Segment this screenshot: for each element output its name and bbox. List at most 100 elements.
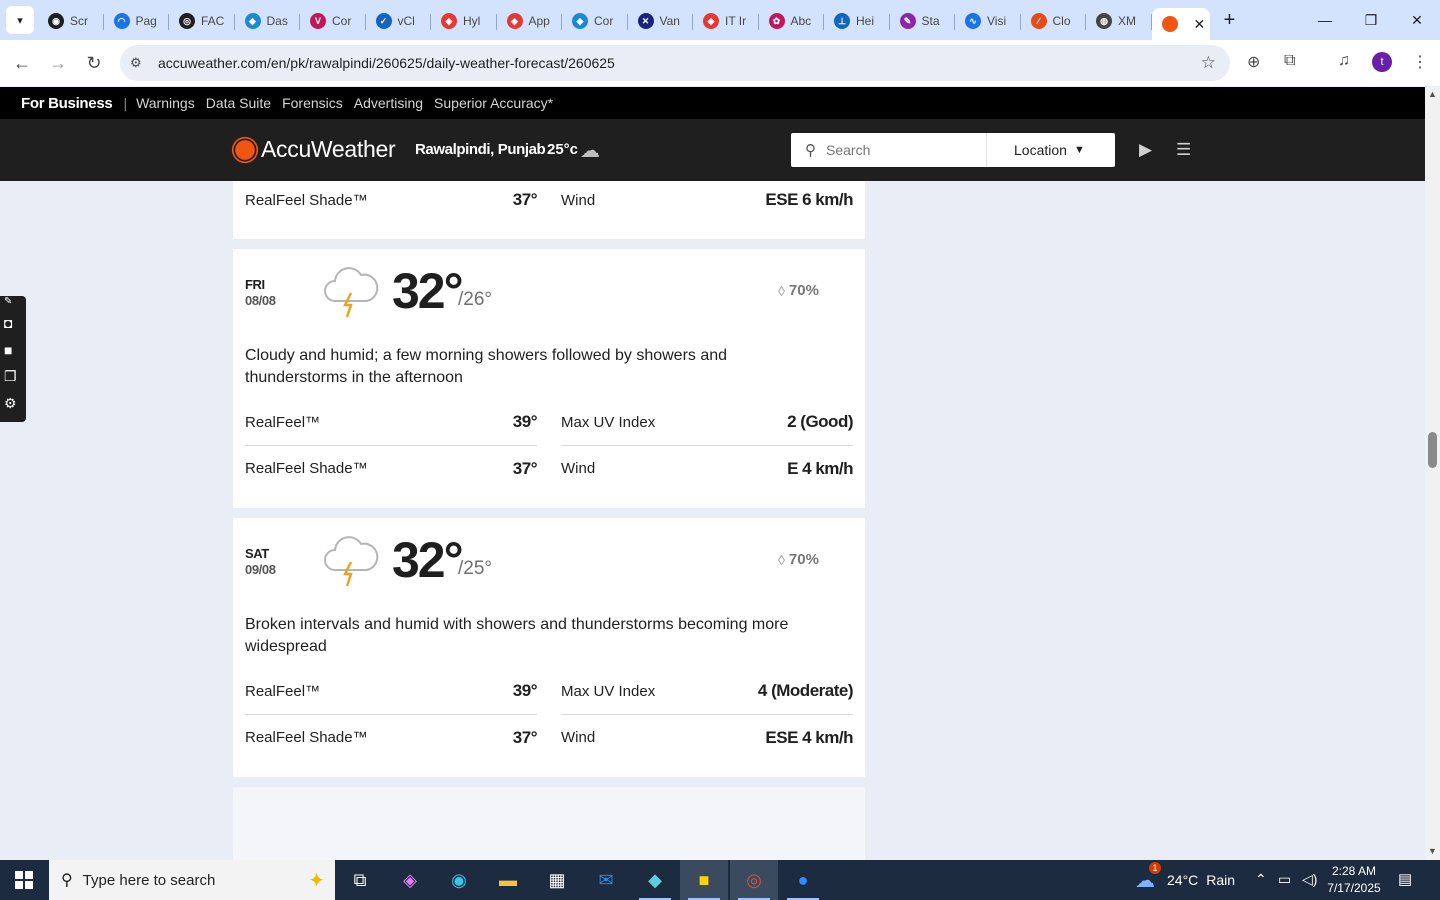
for-business-link[interactable]: For Business [21, 95, 113, 112]
browser-tab[interactable]: ⊥ Hei [824, 5, 890, 37]
windows-logo-icon [15, 871, 33, 889]
forecast-card-fri[interactable]: FRI 08/08 32° /26° ◊ 70% Cloudy and humi… [233, 249, 865, 508]
kebab-menu-icon[interactable]: ⋮ [1412, 52, 1428, 72]
media-control-icon[interactable]: ♫ [1338, 52, 1350, 70]
tab-label: Sta [921, 14, 940, 28]
app-diamond-icon[interactable]: ◆ [631, 860, 679, 900]
browser-tab[interactable]: ∕ Clo [1021, 5, 1087, 37]
warnings-link[interactable]: Warnings [136, 95, 195, 111]
sticky-notes-icon[interactable]: ■ [680, 860, 728, 900]
mail-icon[interactable]: ✉ [582, 860, 630, 900]
chevron-up-icon[interactable]: ⌃ [1255, 871, 1267, 888]
browser-tab[interactable]: ◆ Das [235, 5, 301, 37]
superior-accuracy-link[interactable]: Superior Accuracy* [434, 95, 553, 111]
page-scrollbar[interactable]: ▲ ▼ [1425, 87, 1440, 860]
tab-favicon-icon: ◈ [703, 13, 719, 29]
microsoft-store-icon[interactable]: ▦ [533, 860, 581, 900]
accuweather-logo[interactable]: AccuWeather [233, 136, 396, 163]
realfeel-row: RealFeel™ 39° [245, 399, 538, 445]
browser-tab[interactable]: ∿ Visi [955, 5, 1021, 37]
site-info-icon[interactable]: ⚙ [130, 55, 148, 71]
high-temperature: 32° [392, 532, 464, 588]
notification-icon[interactable]: ▤ [1398, 870, 1412, 888]
copy-icon[interactable]: ❐ [4, 368, 17, 385]
forward-button[interactable]: → [41, 46, 75, 80]
new-tab-button[interactable]: + [1216, 6, 1244, 34]
tab-label: FAC [201, 14, 225, 28]
video-camera-icon[interactable]: ■ [4, 342, 12, 358]
browser-tab[interactable]: ✓ vCl [366, 5, 432, 37]
browser-tab[interactable]: ✎ Sta [890, 5, 956, 37]
camera-icon[interactable]: ◘ [4, 315, 12, 331]
translate-icon[interactable]: ⊕ [1247, 52, 1260, 72]
tab-search-button[interactable]: ▾ [6, 6, 34, 34]
back-button[interactable]: ← [5, 46, 39, 80]
forecast-phrase: Broken intervals and humid with showers … [245, 616, 789, 655]
network-icon[interactable]: ▭ [1278, 871, 1291, 888]
wind-label: Wind [561, 729, 596, 746]
browser-tab[interactable]: ◈ IT Ir [693, 5, 759, 37]
profile-avatar[interactable]: t [1372, 52, 1392, 72]
current-location[interactable]: Rawalpindi, Punjab [415, 141, 546, 158]
file-explorer-icon[interactable]: ▬ [484, 860, 532, 900]
system-clock[interactable]: 2:28 AM 7/17/2025 [1322, 863, 1386, 897]
forensics-link[interactable]: Forensics [282, 95, 343, 111]
scrollbar-thumb[interactable] [1428, 432, 1437, 468]
browser-tab[interactable]: ◆ Cor [562, 5, 628, 37]
low-temperature: /26° [458, 289, 493, 310]
tab-label: Cor [332, 14, 352, 28]
browser-tab[interactable]: ✿ Abc [759, 5, 825, 37]
address-bar[interactable]: ⚙ accuweather.com/en/pk/rawalpindi/26062… [120, 45, 1230, 81]
pin-icon[interactable]: ✎ [4, 296, 12, 307]
business-bar: For Business | Warnings Data Suite Foren… [0, 87, 1425, 119]
scroll-down-arrow-icon[interactable]: ▼ [1428, 846, 1437, 856]
hamburger-menu-icon[interactable]: ☰ [1176, 140, 1191, 160]
browser-tab[interactable]: ◍ XM [1086, 5, 1152, 37]
extensions-icon[interactable]: ⧉ [1284, 52, 1295, 70]
browser-tab[interactable]: V Cor [300, 5, 366, 37]
realfeel-shade-row: RealFeel Shade™ 37° [245, 445, 538, 491]
reload-button[interactable]: ↻ [77, 46, 111, 80]
day-date: 08/08 [245, 293, 276, 308]
taskbar-search[interactable]: ⚲ Type here to search ✦ [49, 860, 335, 900]
minimize-button[interactable]: — [1302, 0, 1348, 40]
tab-active-accuweather[interactable]: ✕ [1151, 8, 1210, 40]
current-temperature[interactable]: 25°c [547, 141, 578, 158]
settings-gear-icon[interactable]: ⚙ [4, 395, 17, 412]
forecast-card-sat[interactable]: SAT 09/08 32° /25° ◊ 70% Broken interval… [233, 518, 865, 777]
raindrop-icon: ◊ [778, 282, 785, 299]
browser-tab[interactable]: ◎ FAC [169, 5, 235, 37]
low-temperature: /25° [458, 558, 493, 579]
browser-tab[interactable]: ◈ Hyl [431, 5, 497, 37]
realfeel-shade-label: RealFeel Shade™ [245, 191, 368, 209]
close-tab-icon[interactable]: ✕ [1194, 16, 1206, 33]
restore-button[interactable]: ❐ [1348, 0, 1394, 40]
volume-icon[interactable]: ◁) [1302, 871, 1317, 888]
wind-row: Wind E 4 km/h [561, 445, 853, 491]
wind-row: Wind ESE 6 km/h [561, 177, 853, 223]
realfeel-value: 39° [512, 412, 538, 431]
data-suite-link[interactable]: Data Suite [206, 95, 271, 111]
browser-tab[interactable]: ✕ Van [628, 5, 694, 37]
search-input[interactable] [826, 142, 986, 158]
browser-tab[interactable]: ◉ Scr [38, 5, 104, 37]
tray-weather[interactable]: ☁ 1 24°C Rain [1135, 860, 1235, 900]
zoom-icon[interactable]: ● [779, 860, 827, 900]
browser-tab[interactable]: ◈ App [497, 5, 563, 37]
task-view-icon[interactable]: ⧉ [336, 860, 384, 900]
video-icon[interactable]: ▶ [1139, 140, 1152, 160]
chrome-icon[interactable]: ◎ [730, 860, 778, 900]
realfeel-shade-row: RealFeel Shade™ 37° [245, 714, 538, 760]
close-window-button[interactable]: ✕ [1394, 0, 1440, 40]
copilot-icon[interactable]: ◈ [386, 860, 434, 900]
tabs-container: ◉ Scr ◠ Pag ◎ FAC ◆ Das V Cor ✓ vCl ◈ Hyl ◈ App ◆ Cor ✕ Van… [38, 3, 1152, 37]
chevron-down-icon: ▾ [17, 14, 23, 27]
start-button[interactable] [0, 860, 48, 900]
edge-icon[interactable]: ◉ [435, 860, 483, 900]
url-text[interactable]: accuweather.com/en/pk/rawalpindi/260625/… [158, 55, 615, 71]
location-dropdown[interactable]: Location ▼ [1014, 142, 1085, 158]
bookmark-star-icon[interactable]: ☆ [1201, 53, 1216, 73]
advertising-link[interactable]: Advertising [354, 95, 423, 111]
browser-tab[interactable]: ◠ Pag [104, 5, 170, 37]
scroll-up-arrow-icon[interactable]: ▲ [1428, 89, 1437, 99]
